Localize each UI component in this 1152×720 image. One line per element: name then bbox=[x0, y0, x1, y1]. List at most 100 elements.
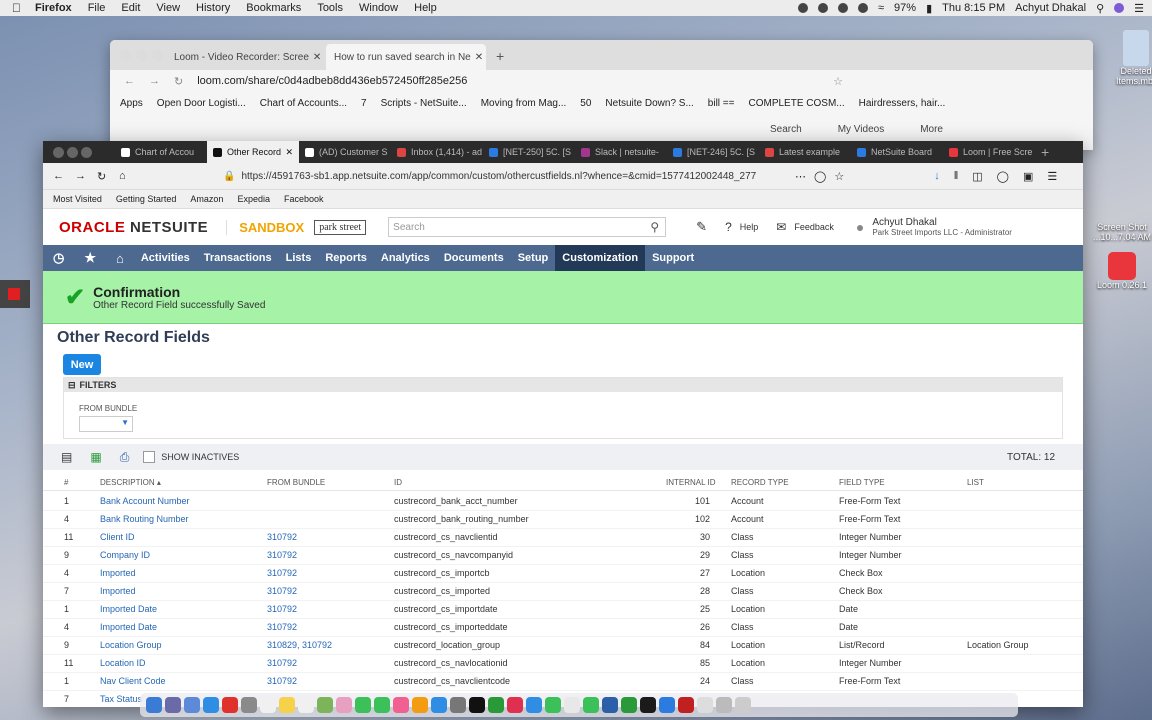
finder-icon[interactable] bbox=[146, 697, 162, 713]
close-window-button[interactable] bbox=[53, 147, 64, 158]
zoom-window-button[interactable] bbox=[81, 147, 92, 158]
tab-netsuite-board[interactable]: NetSuite Board bbox=[851, 141, 943, 163]
battery-icon[interactable]: ▮ bbox=[926, 2, 932, 15]
bookmark-item[interactable]: bill == bbox=[708, 98, 735, 109]
system-preferences-icon[interactable] bbox=[450, 697, 466, 713]
column-header-description[interactable]: DESCRIPTION ▴ bbox=[100, 478, 161, 487]
url-field[interactable]: 🔒 https://4591763-sb1.app.netsuite.com/a… bbox=[223, 167, 783, 185]
menu-file[interactable]: File bbox=[80, 2, 114, 14]
preview-icon[interactable] bbox=[697, 697, 713, 713]
filters-header[interactable]: ⊟ FILTERS bbox=[64, 378, 1062, 392]
help-icon[interactable]: ? bbox=[725, 220, 732, 234]
bookmark-most-visited[interactable]: Most Visited bbox=[53, 194, 102, 204]
cell-description-link[interactable]: Bank Routing Number bbox=[100, 514, 189, 524]
export-excel-icon[interactable]: ▦ bbox=[90, 450, 101, 464]
nav-transactions[interactable]: Transactions bbox=[197, 245, 279, 271]
tab-loom[interactable]: Loom | Free Scre bbox=[943, 141, 1035, 163]
cell-bundle-link[interactable]: 310792 bbox=[267, 676, 297, 686]
whatsapp-icon[interactable] bbox=[545, 697, 561, 713]
menu-icon[interactable]: ☰ bbox=[1047, 170, 1057, 183]
account-icon[interactable]: ◯ bbox=[997, 170, 1009, 183]
download-icon[interactable]: ↓ bbox=[934, 170, 940, 182]
cell-bundle-link[interactable]: 310792 bbox=[267, 532, 297, 542]
loom-recording-widget[interactable] bbox=[0, 280, 30, 308]
favorites-star-icon[interactable]: ★ bbox=[74, 250, 106, 266]
app-icon[interactable] bbox=[507, 697, 523, 713]
calendar-icon[interactable] bbox=[260, 697, 276, 713]
new-tab-icon[interactable]: + bbox=[486, 48, 514, 70]
table-row[interactable]: 9 Company ID 310792 custrecord_cs_navcom… bbox=[43, 546, 1083, 565]
cell-bundle-link[interactable]: 310792 bbox=[267, 622, 297, 632]
spotlight-icon[interactable]: ⚲ bbox=[1096, 2, 1104, 15]
show-inactives-checkbox[interactable] bbox=[143, 451, 156, 463]
collapse-icon[interactable]: ⊟ bbox=[68, 380, 76, 391]
desktop-item-screenshot[interactable]: Screen Shot ...10...7.04 AM bbox=[1092, 222, 1152, 242]
bookmark-expedia[interactable]: Expedia bbox=[237, 194, 270, 204]
column-header-record-type[interactable]: RECORD TYPE bbox=[731, 478, 789, 487]
new-button[interactable]: New bbox=[63, 354, 101, 375]
chrome-icon[interactable] bbox=[564, 697, 580, 713]
reminders-icon[interactable] bbox=[298, 697, 314, 713]
contacts-icon[interactable] bbox=[241, 697, 257, 713]
table-row[interactable]: 7 Imported 310792 custrecord_cs_imported… bbox=[43, 582, 1083, 601]
safari-icon[interactable] bbox=[203, 697, 219, 713]
close-icon[interactable]: ✕ bbox=[471, 52, 483, 63]
zoom-window-button[interactable] bbox=[152, 50, 163, 61]
menu-app-name[interactable]: Firefox bbox=[27, 2, 80, 14]
notification-center-icon[interactable]: ☰ bbox=[1134, 2, 1144, 15]
cell-bundle-link[interactable]: 310792 bbox=[267, 586, 297, 596]
tab-chart-of-accounts[interactable]: Chart of Accou bbox=[115, 141, 207, 163]
sidebar-icon[interactable]: ◫ bbox=[972, 170, 982, 183]
cell-description-link[interactable]: Tax Status bbox=[100, 694, 142, 704]
photos-icon[interactable] bbox=[336, 697, 352, 713]
close-icon[interactable]: ✕ bbox=[282, 147, 293, 158]
column-header-list[interactable]: LIST bbox=[967, 478, 984, 487]
print-icon[interactable]: ⎙ bbox=[120, 450, 130, 465]
column-header-from-bundle[interactable]: FROM BUNDLE bbox=[267, 478, 325, 487]
notes-icon[interactable] bbox=[279, 697, 295, 713]
facetime-icon[interactable] bbox=[374, 697, 390, 713]
books-icon[interactable] bbox=[412, 697, 428, 713]
new-tab-icon[interactable]: + bbox=[1035, 144, 1049, 160]
table-row[interactable]: 1 Imported Date 310792 custrecord_cs_imp… bbox=[43, 600, 1083, 619]
bookmark-item[interactable]: 50 bbox=[580, 98, 591, 109]
table-row[interactable]: 4 Bank Routing Number custrecord_bank_ro… bbox=[43, 510, 1083, 529]
recent-records-icon[interactable]: ✎ bbox=[696, 219, 707, 235]
column-header-internal-id[interactable]: INTERNAL ID bbox=[666, 478, 716, 487]
tab-latest-example[interactable]: Latest example bbox=[759, 141, 851, 163]
table-row[interactable]: 4 Imported 310792 custrecord_cs_importcb… bbox=[43, 564, 1083, 583]
clock[interactable]: Thu 8:15 PM bbox=[942, 2, 1005, 14]
table-row[interactable]: 11 Client ID 310792 custrecord_cs_navcli… bbox=[43, 528, 1083, 547]
bookmark-amazon[interactable]: Amazon bbox=[190, 194, 223, 204]
bookmark-item[interactable]: COMPLETE COSM... bbox=[748, 98, 844, 109]
page-actions-icon[interactable]: ⋯ bbox=[795, 170, 806, 183]
bookmark-item[interactable]: Scripts - NetSuite... bbox=[381, 98, 467, 109]
avatar[interactable]: ● bbox=[856, 219, 864, 235]
close-icon[interactable]: ✕ bbox=[309, 52, 321, 63]
maps-icon[interactable] bbox=[317, 697, 333, 713]
minimize-window-button[interactable] bbox=[136, 50, 147, 61]
feedback-link[interactable]: Feedback bbox=[794, 222, 834, 232]
menu-bookmarks[interactable]: Bookmarks bbox=[238, 2, 309, 14]
bookmark-item[interactable]: Chart of Accounts... bbox=[260, 98, 347, 109]
forward-icon[interactable]: → bbox=[149, 75, 160, 87]
cell-bundle-link[interactable]: 310792 bbox=[267, 658, 297, 668]
home-icon[interactable]: ⌂ bbox=[106, 251, 134, 266]
skype-icon[interactable] bbox=[526, 697, 542, 713]
column-header-id[interactable]: ID bbox=[394, 478, 402, 487]
status-icon[interactable] bbox=[838, 3, 848, 13]
desktop-item-deleted[interactable]: Deleted Items.mbox bbox=[1116, 30, 1152, 86]
bookmark-item[interactable]: Apps bbox=[120, 98, 143, 109]
cell-description-link[interactable]: Imported bbox=[100, 586, 136, 596]
bookmark-item[interactable]: Open Door Logisti... bbox=[157, 98, 246, 109]
app-icon[interactable] bbox=[640, 697, 656, 713]
cell-description-link[interactable]: Imported Date bbox=[100, 622, 157, 632]
cell-description-link[interactable]: Company ID bbox=[100, 550, 150, 560]
messages-icon[interactable] bbox=[355, 697, 371, 713]
table-row[interactable]: 11 Location ID 310792 custrecord_cs_navl… bbox=[43, 654, 1083, 673]
cell-bundle-link[interactable]: 310792 bbox=[267, 568, 297, 578]
home-icon[interactable]: ⌂ bbox=[119, 170, 126, 182]
trash-icon[interactable] bbox=[735, 697, 751, 713]
wifi-icon[interactable]: ≈ bbox=[878, 2, 884, 14]
cell-bundle-link[interactable]: 310792 bbox=[267, 550, 297, 560]
